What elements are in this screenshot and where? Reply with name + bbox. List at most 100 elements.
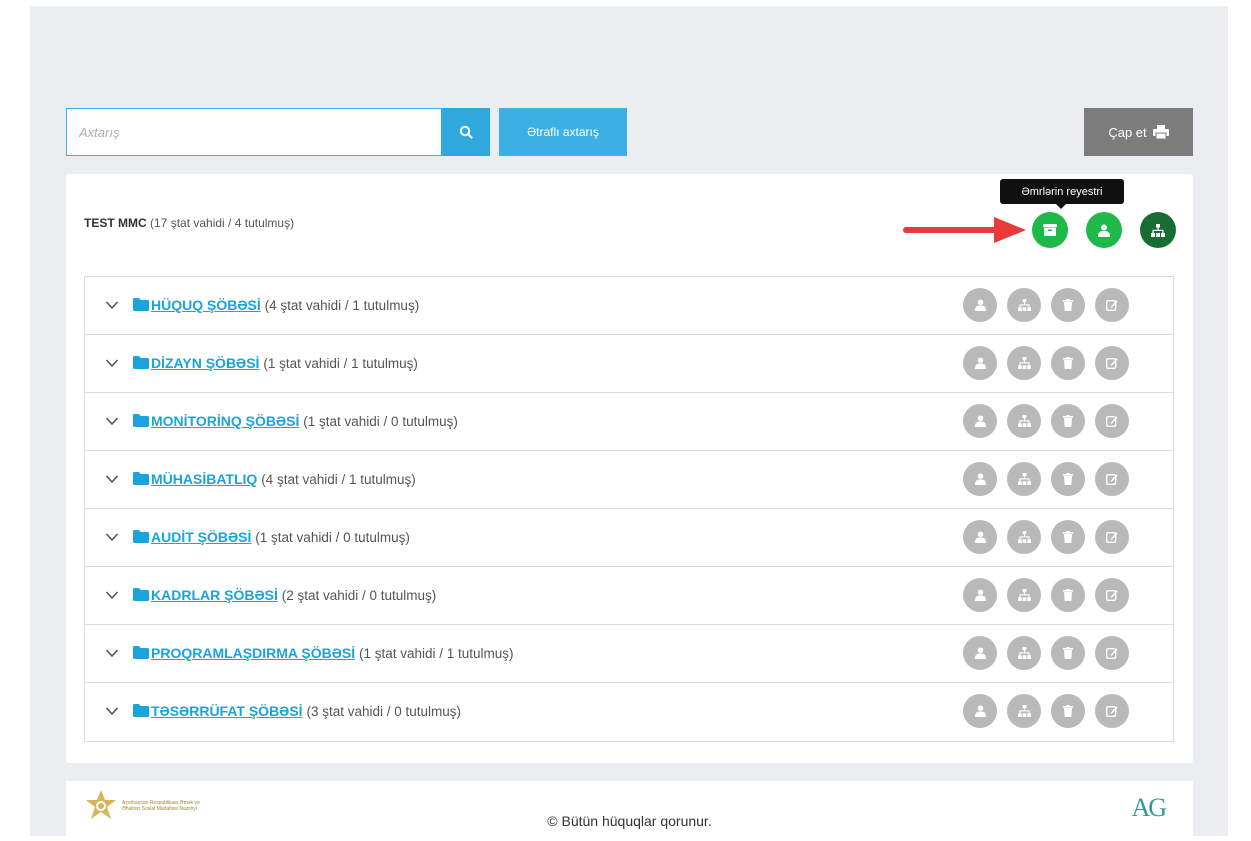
trash-icon: [1063, 647, 1073, 659]
delete-button[interactable]: [1051, 636, 1085, 670]
add-subdepartment-button[interactable]: [1007, 346, 1041, 380]
department-row[interactable]: PROQRAMLAŞDIRMA ŞÖBƏSİ (1 ştat vahidi / …: [85, 625, 1173, 683]
edit-button[interactable]: [1095, 578, 1129, 612]
edit-button[interactable]: [1095, 346, 1129, 380]
department-name-link[interactable]: TƏSƏRRÜFAT ŞÖBƏSİ: [151, 703, 303, 719]
red-arrow-annotation: [903, 217, 1026, 243]
department-label: DİZAYN ŞÖBƏSİ (1 ştat vahidi / 1 tutulmu…: [151, 355, 418, 371]
delete-button[interactable]: [1051, 404, 1085, 438]
department-label: MONİTORİNQ ŞÖBƏSİ (1 ştat vahidi / 0 tut…: [151, 413, 458, 429]
department-meta: (4 ştat vahidi / 1 tutulmuş): [264, 298, 420, 313]
page-background: Ətraflı axtarış Çap et TEST MMC (17 ştat…: [30, 6, 1228, 841]
add-employee-button[interactable]: [963, 578, 997, 612]
edit-button[interactable]: [1095, 288, 1129, 322]
user-icon: [974, 357, 986, 369]
department-row[interactable]: DİZAYN ŞÖBƏSİ (1 ştat vahidi / 1 tutulmu…: [85, 335, 1173, 393]
department-meta: (2 ştat vahidi / 0 tutulmuş): [281, 588, 437, 603]
edit-button[interactable]: [1095, 694, 1129, 728]
chevron-down-icon[interactable]: [105, 472, 119, 486]
chevron-down-icon[interactable]: [105, 704, 119, 718]
add-employee-button[interactable]: [963, 404, 997, 438]
add-employee-button[interactable]: [963, 288, 997, 322]
add-subdepartment-button[interactable]: [1007, 694, 1041, 728]
delete-button[interactable]: [1051, 462, 1085, 496]
sitemap-icon: [1017, 299, 1031, 311]
print-button[interactable]: Çap et: [1084, 108, 1193, 156]
chevron-down-icon[interactable]: [105, 588, 119, 602]
edit-button[interactable]: [1095, 404, 1129, 438]
department-name-link[interactable]: HÜQUQ ŞÖBƏSİ: [151, 297, 261, 313]
department-label: AUDİT ŞÖBƏSİ (1 ştat vahidi / 0 tutulmuş…: [151, 529, 410, 545]
department-meta: (1 ştat vahidi / 1 tutulmuş): [263, 356, 418, 371]
chevron-down-icon[interactable]: [105, 414, 119, 428]
folder-icon: [133, 356, 149, 369]
edit-button[interactable]: [1095, 636, 1129, 670]
department-row[interactable]: KADRLAR ŞÖBƏSİ (2 ştat vahidi / 0 tutulm…: [85, 567, 1173, 625]
chevron-down-icon[interactable]: [105, 356, 119, 370]
folder-icon: [133, 298, 149, 311]
add-subdepartment-button[interactable]: [1007, 520, 1041, 554]
user-icon: [974, 299, 986, 311]
add-employee-button[interactable]: [1086, 212, 1122, 248]
add-employee-button[interactable]: [963, 346, 997, 380]
add-subdepartment-button[interactable]: [1007, 462, 1041, 496]
row-actions: [963, 694, 1129, 728]
delete-button[interactable]: [1051, 694, 1085, 728]
row-actions: [963, 462, 1129, 496]
add-department-button[interactable]: [1140, 212, 1176, 248]
edit-icon: [1106, 590, 1118, 601]
delete-button[interactable]: [1051, 288, 1085, 322]
edit-icon: [1106, 300, 1118, 311]
add-employee-button[interactable]: [963, 694, 997, 728]
department-name-link[interactable]: MONİTORİNQ ŞÖBƏSİ: [151, 413, 299, 429]
edit-icon: [1106, 474, 1118, 485]
edit-button[interactable]: [1095, 462, 1129, 496]
chevron-down-icon[interactable]: [105, 530, 119, 544]
add-subdepartment-button[interactable]: [1007, 636, 1041, 670]
add-employee-button[interactable]: [963, 520, 997, 554]
add-subdepartment-button[interactable]: [1007, 404, 1041, 438]
edit-button[interactable]: [1095, 520, 1129, 554]
add-employee-button[interactable]: [963, 462, 997, 496]
user-icon: [974, 647, 986, 659]
user-icon: [974, 531, 986, 543]
row-actions: [963, 578, 1129, 612]
trash-icon: [1063, 299, 1073, 311]
department-name-link[interactable]: DİZAYN ŞÖBƏSİ: [151, 355, 259, 371]
edit-icon: [1106, 648, 1118, 659]
add-employee-button[interactable]: [963, 636, 997, 670]
folder-icon: [133, 704, 149, 717]
advanced-search-button[interactable]: Ətraflı axtarış: [499, 108, 627, 156]
search-input[interactable]: [67, 109, 441, 155]
department-meta: (3 ştat vahidi / 0 tutulmuş): [306, 704, 462, 719]
department-label: HÜQUQ ŞÖBƏSİ (4 ştat vahidi / 1 tutulmuş…: [151, 297, 419, 313]
user-icon: [1098, 224, 1110, 237]
chevron-down-icon[interactable]: [105, 646, 119, 660]
orders-registry-button[interactable]: [1032, 212, 1068, 248]
department-row[interactable]: AUDİT ŞÖBƏSİ (1 ştat vahidi / 0 tutulmuş…: [85, 509, 1173, 567]
department-name-link[interactable]: AUDİT ŞÖBƏSİ: [151, 529, 251, 545]
folder-icon: [133, 646, 149, 659]
sitemap-icon: [1017, 531, 1031, 543]
department-name-link[interactable]: PROQRAMLAŞDIRMA ŞÖBƏSİ: [151, 645, 355, 661]
sitemap-icon: [1017, 473, 1031, 485]
department-row[interactable]: MÜHASİBATLIQ (4 ştat vahidi / 1 tutulmuş…: [85, 451, 1173, 509]
delete-button[interactable]: [1051, 578, 1085, 612]
department-row[interactable]: TƏSƏRRÜFAT ŞÖBƏSİ (3 ştat vahidi / 0 tut…: [85, 683, 1173, 741]
delete-button[interactable]: [1051, 520, 1085, 554]
add-subdepartment-button[interactable]: [1007, 288, 1041, 322]
department-label: PROQRAMLAŞDIRMA ŞÖBƏSİ (1 ştat vahidi / …: [151, 645, 514, 661]
folder-icon: [133, 530, 149, 543]
department-label: KADRLAR ŞÖBƏSİ (2 ştat vahidi / 0 tutulm…: [151, 587, 436, 603]
add-subdepartment-button[interactable]: [1007, 578, 1041, 612]
chevron-down-icon[interactable]: [105, 298, 119, 312]
search-button[interactable]: [441, 108, 490, 156]
department-name-link[interactable]: MÜHASİBATLIQ: [151, 471, 257, 487]
row-actions: [963, 288, 1129, 322]
search-icon: [459, 125, 473, 139]
department-row[interactable]: MONİTORİNQ ŞÖBƏSİ (1 ştat vahidi / 0 tut…: [85, 393, 1173, 451]
department-row[interactable]: HÜQUQ ŞÖBƏSİ (4 ştat vahidi / 1 tutulmuş…: [85, 277, 1173, 335]
sitemap-icon: [1017, 415, 1031, 427]
department-name-link[interactable]: KADRLAR ŞÖBƏSİ: [151, 587, 278, 603]
delete-button[interactable]: [1051, 346, 1085, 380]
